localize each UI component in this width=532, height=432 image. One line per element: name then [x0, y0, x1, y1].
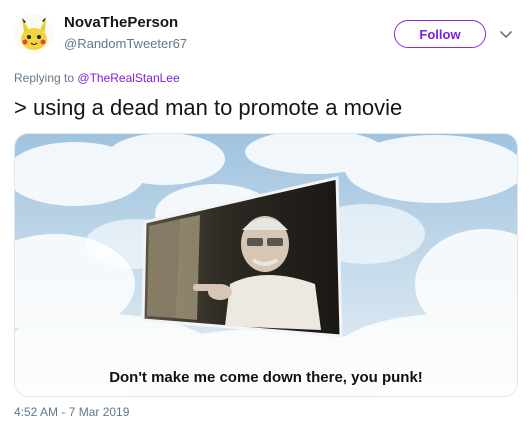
reply-mention-link[interactable]: @TheRealStanLee	[77, 71, 179, 85]
avatar[interactable]	[14, 14, 54, 54]
tweet-text: > using a dead man to promote a movie	[14, 95, 403, 120]
tweet-media-image[interactable]: Don't make me come down there, you punk!	[14, 133, 518, 397]
pikachu-avatar-icon	[14, 14, 54, 54]
follow-button[interactable]: Follow	[394, 20, 486, 48]
replying-to: Replying to @TheRealStanLee	[14, 71, 180, 85]
meme-image	[15, 134, 517, 396]
meme-caption: Don't make me come down there, you punk!	[109, 369, 423, 386]
replying-to-label: Replying to	[14, 71, 75, 85]
chevron-down-icon[interactable]	[498, 26, 514, 42]
user-handle[interactable]: @RandomTweeter67	[64, 36, 187, 51]
tweet-timestamp[interactable]: 4:52 AM - 7 Mar 2019	[14, 405, 129, 419]
display-name[interactable]: NovaThePerson	[64, 14, 178, 31]
